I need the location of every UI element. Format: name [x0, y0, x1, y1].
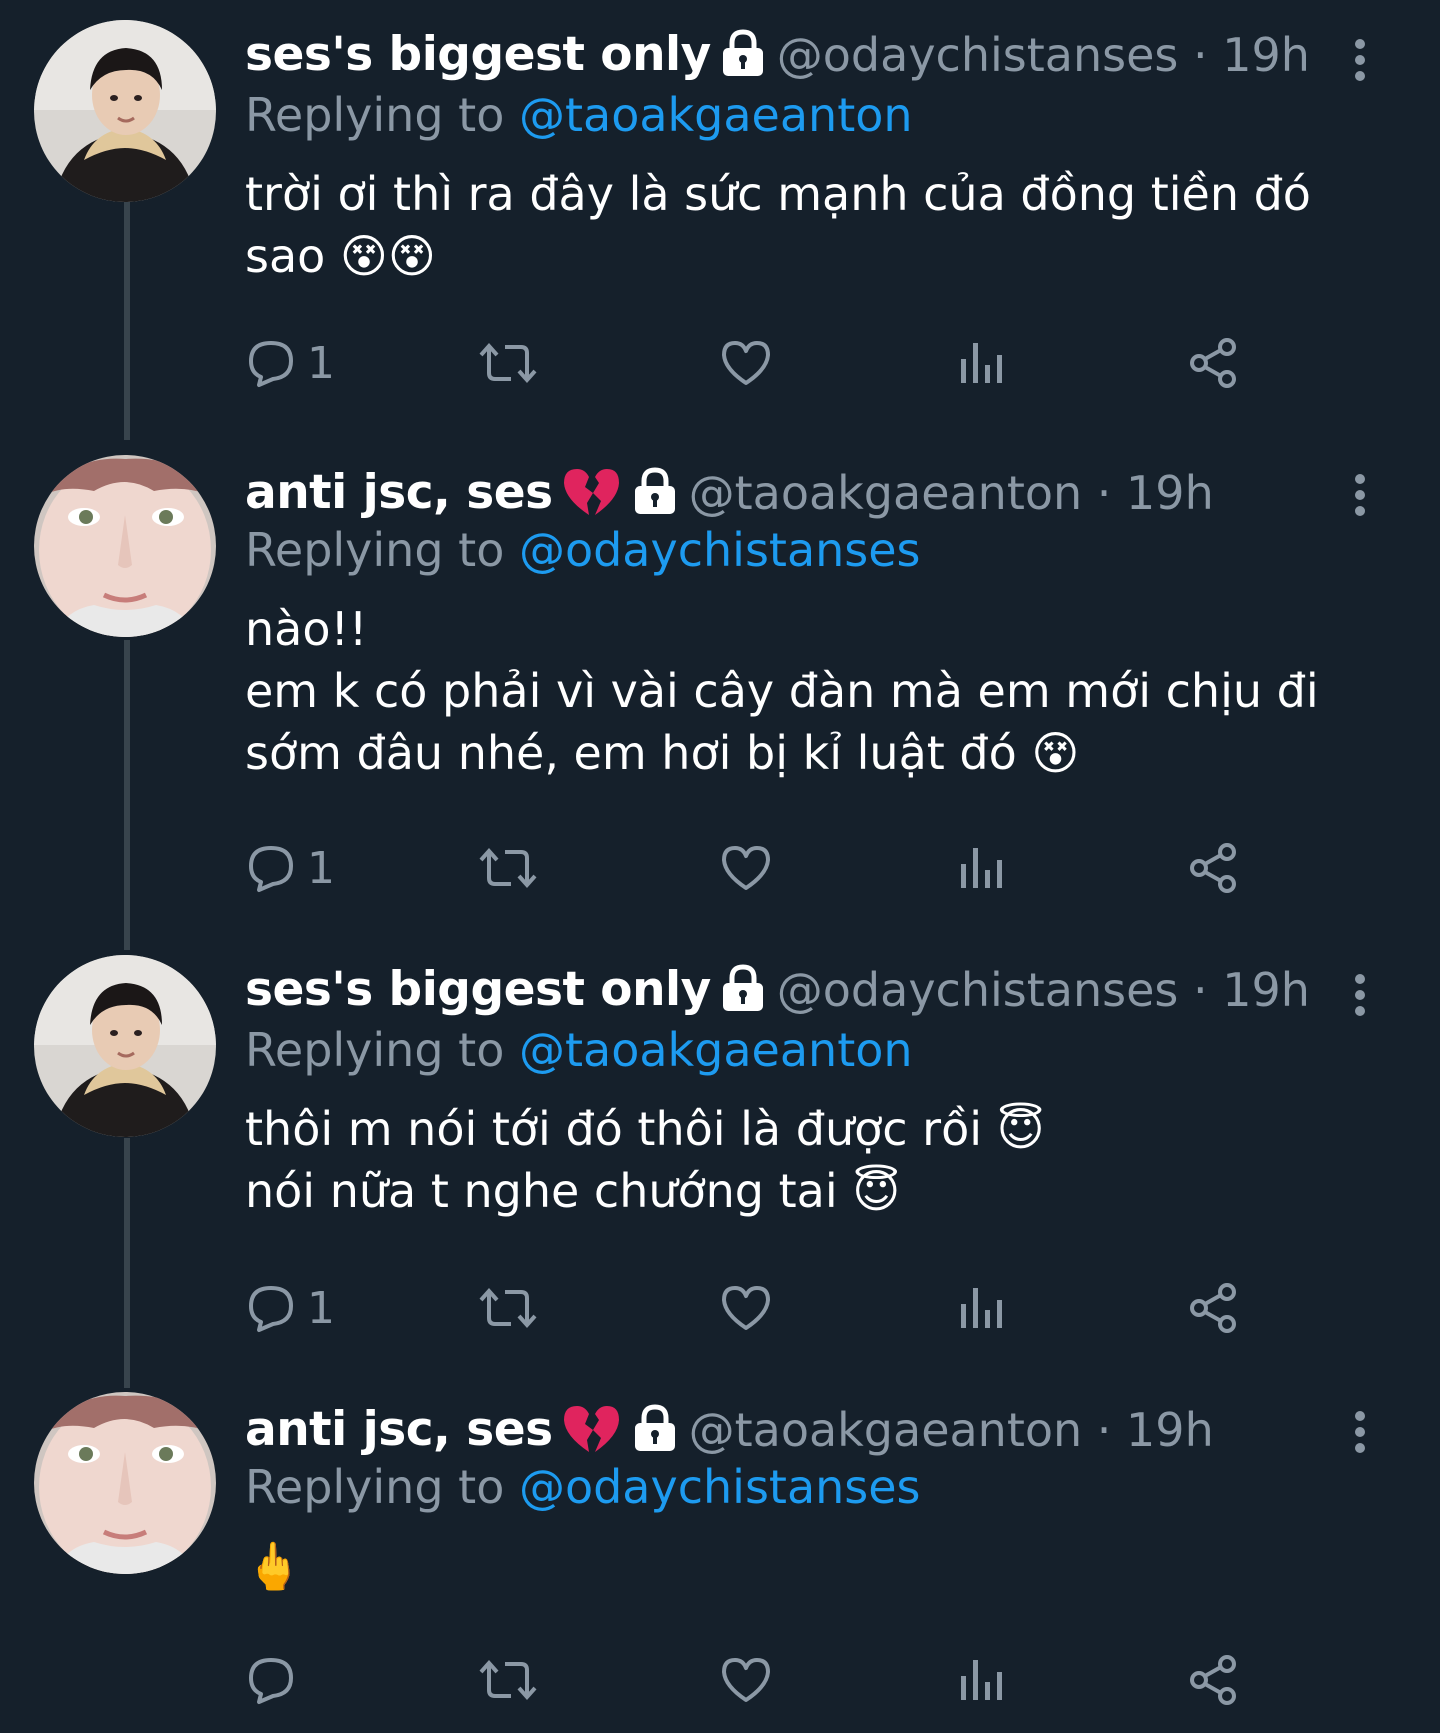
views-icon: [955, 1654, 1005, 1706]
reply-button[interactable]: [245, 1650, 307, 1710]
views-button[interactable]: [955, 838, 1005, 898]
handle-and-time[interactable]: @odaychistanses · 19h: [777, 28, 1310, 82]
share-button[interactable]: [1185, 333, 1241, 393]
avatar[interactable]: [34, 20, 216, 202]
handle-and-time[interactable]: @taoakgaeanton · 19h: [689, 466, 1214, 520]
retweet-icon: [477, 1654, 539, 1706]
views-icon: [955, 1282, 1005, 1334]
replying-to: Replying to @odaychistanses: [245, 523, 1380, 578]
reply-icon: [245, 337, 297, 389]
share-button[interactable]: [1185, 838, 1241, 898]
share-icon: [1185, 1280, 1241, 1336]
reply-icon: [245, 842, 297, 894]
reply-icon: [245, 1282, 297, 1334]
tweet-header: ses's biggest only @odaychistanses · 19h: [245, 28, 1380, 88]
more-options-icon[interactable]: [1350, 36, 1370, 84]
like-button[interactable]: [719, 1278, 773, 1338]
share-icon: [1185, 1652, 1241, 1708]
share-icon: [1185, 840, 1241, 896]
replying-to-label: Replying to: [245, 1023, 519, 1077]
tweet-text: thôi m nói tới đó thôi là được rồi 😇 nói…: [245, 1102, 1045, 1219]
like-icon: [719, 1654, 773, 1706]
tweet[interactable]: anti jsc, ses @taoakgaeanton · 19h Replyi…: [0, 1392, 1440, 1733]
replying-to: Replying to @taoakgaeanton: [245, 1023, 1380, 1078]
avatar[interactable]: [34, 455, 216, 637]
views-button[interactable]: [955, 333, 1005, 393]
display-name[interactable]: ses's biggest only: [245, 27, 711, 82]
like-button[interactable]: [719, 1650, 773, 1710]
handle-and-time[interactable]: @odaychistanses · 19h: [777, 963, 1310, 1017]
avatar[interactable]: [34, 1392, 216, 1574]
reply-button[interactable]: 1: [245, 1278, 335, 1338]
share-button[interactable]: [1185, 1278, 1241, 1338]
display-name[interactable]: anti jsc, ses: [245, 465, 553, 520]
retweet-icon: [477, 842, 539, 894]
retweet-button[interactable]: [477, 333, 539, 393]
tweet-actions: 1: [245, 838, 1365, 898]
tweet-text: 🖕: [245, 1539, 303, 1594]
tweet-actions: [245, 1650, 1365, 1710]
lock-icon: [629, 466, 681, 519]
display-name[interactable]: anti jsc, ses: [245, 1402, 553, 1457]
reply-count: 1: [307, 1282, 335, 1334]
reply-count: 1: [307, 842, 335, 894]
tweet-actions: 1: [245, 1278, 1365, 1338]
tweet-actions: 1: [245, 333, 1365, 393]
replying-to-label: Replying to: [245, 88, 519, 142]
replying-to-label: Replying to: [245, 523, 519, 577]
share-button[interactable]: [1185, 1650, 1241, 1710]
reply-icon: [245, 1654, 297, 1706]
reply-button[interactable]: 1: [245, 838, 335, 898]
tweet-header: anti jsc, ses @taoakgaeanton · 19h: [245, 1400, 1380, 1460]
like-icon: [719, 842, 773, 894]
more-options-icon[interactable]: [1350, 1408, 1370, 1456]
tweet-text: trời ơi thì ra đây là sức mạnh của đồng …: [245, 167, 1326, 284]
replying-to: Replying to @odaychistanses: [245, 1460, 1380, 1515]
tweet-header: anti jsc, ses @taoakgaeanton · 19h: [245, 463, 1380, 523]
more-options-icon[interactable]: [1350, 471, 1370, 519]
replying-to: Replying to @taoakgaeanton: [245, 88, 1380, 143]
tweet-text: nào!! em k có phải vì vài cây đàn mà em …: [245, 602, 1319, 781]
more-options-icon[interactable]: [1350, 971, 1370, 1019]
like-button[interactable]: [719, 838, 773, 898]
reply-count: 1: [307, 337, 335, 389]
retweet-button[interactable]: [477, 838, 539, 898]
mention-link[interactable]: @taoakgaeanton: [519, 1023, 913, 1077]
like-button[interactable]: [719, 333, 773, 393]
views-icon: [955, 337, 1005, 389]
lock-icon: [717, 28, 769, 81]
mention-link[interactable]: @odaychistanses: [519, 1460, 921, 1514]
tweet-header: ses's biggest only @odaychistanses · 19h: [245, 963, 1380, 1023]
mention-link[interactable]: @odaychistanses: [519, 523, 921, 577]
like-icon: [719, 337, 773, 389]
replying-to-label: Replying to: [245, 1460, 519, 1514]
retweet-button[interactable]: [477, 1650, 539, 1710]
like-icon: [719, 1282, 773, 1334]
share-icon: [1185, 335, 1241, 391]
retweet-icon: [477, 1282, 539, 1334]
mention-link[interactable]: @taoakgaeanton: [519, 88, 913, 142]
avatar[interactable]: [34, 955, 216, 1137]
broken-heart-icon: [559, 463, 623, 522]
retweet-button[interactable]: [477, 1278, 539, 1338]
reply-button[interactable]: 1: [245, 333, 335, 393]
tweet[interactable]: ses's biggest only @odaychistanses · 19h …: [0, 20, 1440, 440]
views-button[interactable]: [955, 1278, 1005, 1338]
broken-heart-icon: [559, 1400, 623, 1459]
views-icon: [955, 842, 1005, 894]
retweet-icon: [477, 337, 539, 389]
conversation-thread: ses's biggest only @odaychistanses · 19h …: [0, 0, 1440, 1733]
lock-icon: [629, 1403, 681, 1456]
tweet[interactable]: ses's biggest only @odaychistanses · 19h …: [0, 955, 1440, 1375]
views-button[interactable]: [955, 1650, 1005, 1710]
handle-and-time[interactable]: @taoakgaeanton · 19h: [689, 1403, 1214, 1457]
tweet[interactable]: anti jsc, ses @taoakgaeanton · 19h Replyi…: [0, 455, 1440, 935]
display-name[interactable]: ses's biggest only: [245, 962, 711, 1017]
lock-icon: [717, 963, 769, 1016]
